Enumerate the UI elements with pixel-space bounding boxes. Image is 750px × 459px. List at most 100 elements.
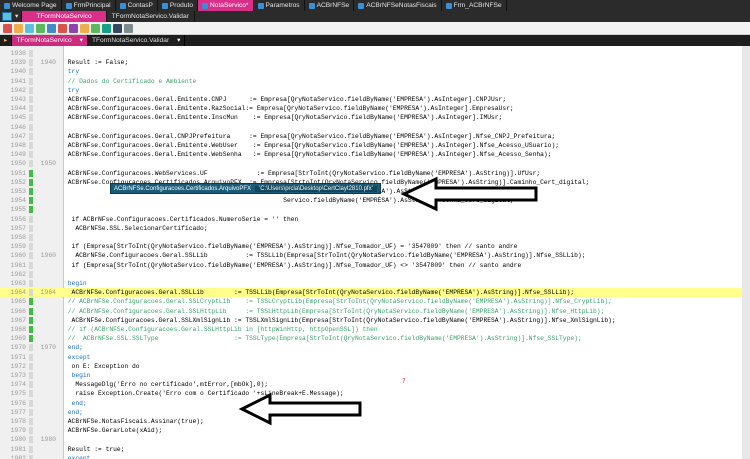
- trace-icon[interactable]: [47, 23, 56, 33]
- code-line[interactable]: [64, 159, 750, 168]
- search-icon[interactable]: [113, 23, 122, 33]
- code-line[interactable]: ACBrNFse.Configuracoes.Geral.Emitente.In…: [64, 113, 750, 122]
- code-line[interactable]: Result := False;: [64, 58, 750, 67]
- code-line[interactable]: on E: Exception do: [64, 362, 750, 371]
- doc-tab-tformnotaservico-validar[interactable]: TFormNotaServico.Validar ▾: [88, 35, 186, 46]
- gutter-line[interactable]: 1968: [0, 325, 64, 334]
- gutter-line[interactable]: 1967: [0, 316, 64, 325]
- gutter-line[interactable]: 1966: [0, 307, 64, 316]
- code-line[interactable]: ACBrNFSe.SSL.SelecionarCertificado;: [64, 224, 750, 233]
- close-icon[interactable]: ▾: [80, 37, 83, 44]
- tab-tformnotaservico-validar[interactable]: TFormNotaServico.Validar: [107, 11, 195, 22]
- gutter-line[interactable]: 1957: [0, 224, 64, 233]
- gutter-line[interactable]: 1943: [0, 95, 64, 104]
- gutter-line[interactable]: 1982: [0, 454, 64, 459]
- gutter-line[interactable]: 1956: [0, 215, 64, 224]
- code-line[interactable]: end;: [64, 399, 750, 408]
- gutter-line[interactable]: 1938: [0, 49, 64, 58]
- code-line[interactable]: [64, 233, 750, 242]
- code-line[interactable]: // ACBrNFSe.Configuracoes.Geral.SSLHttpL…: [64, 307, 750, 316]
- watch-icon[interactable]: [91, 23, 100, 33]
- run-icon[interactable]: [14, 23, 23, 33]
- gutter-line[interactable]: 1958: [0, 233, 64, 242]
- gutter-line[interactable]: 1960 1960: [0, 251, 64, 260]
- gutter-line[interactable]: 1976: [0, 399, 64, 408]
- stop-icon[interactable]: [58, 23, 67, 33]
- gutter-line[interactable]: 1946: [0, 123, 64, 132]
- gutter-line[interactable]: 1942: [0, 86, 64, 95]
- code-line[interactable]: [64, 270, 750, 279]
- code-line[interactable]: ACBrNFse.Configuracoes.Geral.Emitente.We…: [64, 150, 750, 159]
- gutter-line[interactable]: 1953: [0, 187, 64, 196]
- gutter-line[interactable]: 1973: [0, 371, 64, 380]
- code-line[interactable]: ACBrNFse.Configuracoes.Geral.CNPJPrefeit…: [64, 132, 750, 141]
- tab-dropdown[interactable]: ▾: [12, 11, 23, 22]
- code-editor[interactable]: Result := False; try // Dados do Certifi…: [64, 46, 750, 459]
- gutter-line[interactable]: 1945: [0, 113, 64, 122]
- code-line[interactable]: end;: [64, 408, 750, 417]
- tab-notaservico[interactable]: NotaServico*: [198, 0, 254, 11]
- tab-tformnotaservico[interactable]: TFormNotaServico: [22, 11, 107, 22]
- tab-contasp[interactable]: ContasP: [116, 0, 158, 11]
- tab-acbrnfsenotasfiscais[interactable]: ACBrNFSeNotasFiscais: [354, 0, 442, 11]
- code-line[interactable]: ACBrNFse.Configuracoes.Geral.Emitente.Ra…: [64, 104, 750, 113]
- gutter-line[interactable]: 1980 1980: [0, 435, 64, 444]
- tab-welcome-page[interactable]: Welcome Page: [0, 0, 62, 11]
- gutter-line[interactable]: 1970 1970: [0, 343, 64, 352]
- gutter-line[interactable]: 1947: [0, 132, 64, 141]
- gutter-line[interactable]: 1961: [0, 261, 64, 270]
- gutter-line[interactable]: 1955: [0, 205, 64, 214]
- code-line[interactable]: begin: [64, 279, 750, 288]
- gutter-line[interactable]: 1974: [0, 380, 64, 389]
- code-line[interactable]: end;: [64, 343, 750, 352]
- gutter-line[interactable]: 1951: [0, 169, 64, 178]
- code-line[interactable]: ACBrNFSe.Configuracoes.Geral.SSLLib := T…: [64, 251, 750, 260]
- gutter-line[interactable]: 1978: [0, 417, 64, 426]
- code-line[interactable]: ACBrNFse.Configuracoes.Geral.Emitente.We…: [64, 141, 750, 150]
- code-line[interactable]: except: [64, 454, 750, 459]
- gutter-line[interactable]: 1977: [0, 408, 64, 417]
- gutter-line[interactable]: 1964 1964: [0, 288, 64, 298]
- gutter-line[interactable]: 1965: [0, 297, 64, 306]
- gutter-line[interactable]: 1979: [0, 426, 64, 435]
- gutter-line[interactable]: 1981: [0, 445, 64, 454]
- tab-parametros[interactable]: Parametros: [254, 0, 305, 11]
- code-line[interactable]: // ACBrNFSe.SSL.SSLType := TSSLType(Empr…: [64, 334, 750, 343]
- code-line[interactable]: ACBrNFSe.Configuracoes.Geral.SSLXmlSignL…: [64, 316, 750, 325]
- gutter-line[interactable]: 1963: [0, 279, 64, 288]
- build-icon[interactable]: [3, 23, 12, 33]
- code-line[interactable]: raise Exception.Create('Erro com o Certi…: [64, 389, 750, 398]
- settings-icon[interactable]: [124, 23, 133, 33]
- inspect-icon[interactable]: [80, 23, 89, 33]
- tab-produto[interactable]: Produto: [158, 0, 199, 11]
- code-line[interactable]: // if (ACBrNFSe.Configuracoes.Geral.SSLH…: [64, 325, 750, 334]
- gutter-line[interactable]: 1944: [0, 104, 64, 113]
- code-line[interactable]: if ACBrNFse.Configuracoes.Certificados.N…: [64, 215, 750, 224]
- code-line[interactable]: // Dados do Certificado e Ambiente: [64, 77, 750, 86]
- vertical-scrollbar[interactable]: [742, 46, 750, 459]
- code-line[interactable]: [64, 435, 750, 444]
- gutter-line[interactable]: 1948: [0, 141, 64, 150]
- doc-tab-tformnotaservico[interactable]: TFormNotaServico ▾: [12, 35, 88, 46]
- tab-acbrnfse[interactable]: ACBrNFSe: [305, 0, 355, 11]
- gutter-line[interactable]: 1969: [0, 334, 64, 343]
- code-line[interactable]: ACBrNFSe.GerarLote(xAid);: [64, 426, 750, 435]
- pause-icon[interactable]: [25, 23, 34, 33]
- gutter-line[interactable]: 1939 1940: [0, 58, 64, 67]
- gutter-line[interactable]: 1949: [0, 150, 64, 159]
- code-line[interactable]: except: [64, 353, 750, 362]
- dropdown-icon[interactable]: ▾: [177, 37, 180, 44]
- code-line[interactable]: ACBrNFse.Configuracoes.Geral.Emitente.CN…: [64, 95, 750, 104]
- tab-menu-icon[interactable]: ▸: [0, 35, 13, 46]
- gutter-line[interactable]: 1941: [0, 77, 64, 86]
- code-line[interactable]: [64, 123, 750, 132]
- code-line[interactable]: // ACBrNFSe.Configuracoes.Geral.SSLCrypt…: [64, 297, 750, 306]
- code-line[interactable]: if (Empresa[StrToInt(QryNotaServico.fiel…: [64, 261, 750, 270]
- gutter-line[interactable]: 1975: [0, 389, 64, 398]
- eval-icon[interactable]: [102, 23, 111, 33]
- gutter-line[interactable]: 1959: [0, 242, 64, 251]
- step-icon[interactable]: [36, 23, 45, 33]
- code-line[interactable]: ACBrNFSe.Configuracoes.Geral.SSLLib := T…: [64, 288, 750, 298]
- code-line[interactable]: [64, 49, 750, 58]
- gutter-line[interactable]: 1972: [0, 362, 64, 371]
